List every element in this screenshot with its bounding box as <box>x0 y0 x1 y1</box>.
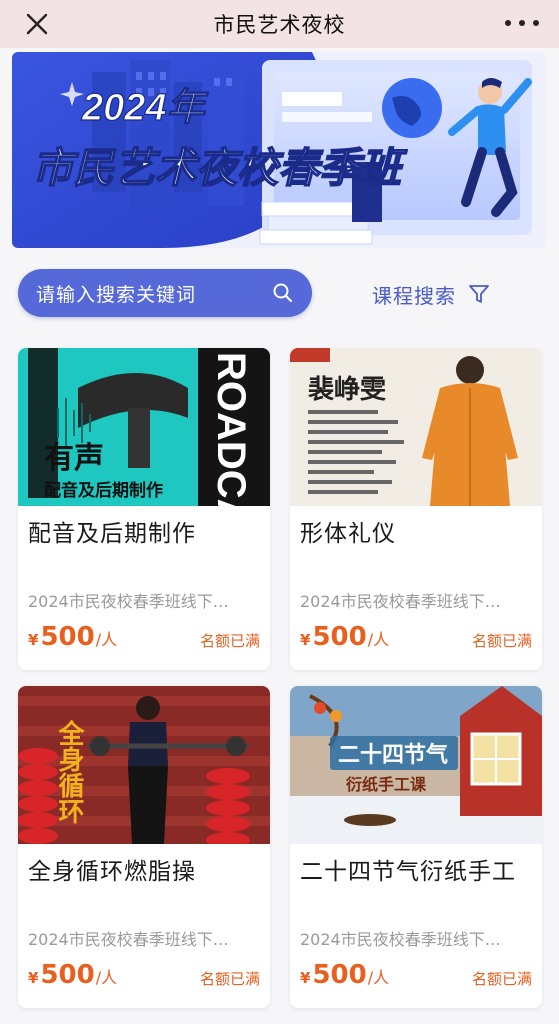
course-name: 全身循环燃脂操 <box>28 859 196 885</box>
status-badge: 名额已满 <box>199 632 260 650</box>
thumb-main-text: 裴峥雯 <box>308 374 386 404</box>
price-value: 500 <box>40 960 95 990</box>
course-search-label: 课程搜索 <box>372 283 456 308</box>
course-subtitle: 2024市民夜校春季班线下… <box>28 930 229 949</box>
thumb-main-text: 全身循环 <box>55 719 85 824</box>
banner-headline: 市民艺术夜校春季班 <box>32 145 408 191</box>
price-unit: /人 <box>95 630 118 649</box>
course-price: ¥ 500 /人 <box>28 960 117 990</box>
filter-icon <box>469 285 489 303</box>
course-thumbnail: 全身循环 <box>18 686 270 844</box>
thumb-sub-text: 配音及后期制作 <box>44 480 163 500</box>
course-thumbnail: 裴峥雯 <box>290 348 542 506</box>
price-unit: /人 <box>367 630 390 649</box>
course-subtitle: 2024市民夜校春季班线下… <box>28 592 229 611</box>
thumb-main-text: 有声 <box>44 442 104 475</box>
course-name: 二十四节气衍纸手工 <box>300 859 516 885</box>
course-card[interactable]: 二十四节气 衍纸手工课 二十四节气衍纸手工 2024市民夜校春季班线下… ¥ 5… <box>290 686 542 1008</box>
course-subtitle: 2024市民夜校春季班线下… <box>300 930 501 949</box>
banner-illustration: 2024年 市民艺术夜校春季班 <box>12 52 546 248</box>
price-value: 500 <box>40 622 95 652</box>
course-price: ¥ 500 /人 <box>28 622 117 652</box>
price-currency: ¥ <box>28 631 39 649</box>
hero-banner[interactable]: 2024年 市民艺术夜校春季班 <box>12 52 546 248</box>
price-value: 500 <box>312 960 367 990</box>
course-card[interactable]: 全身循环 全身循环燃脂操 2024市民夜校春季班线下… ¥ 500 /人 名额已… <box>18 686 270 1008</box>
course-price: ¥ 500 /人 <box>300 622 389 652</box>
search-icon[interactable] <box>272 282 294 304</box>
course-card[interactable]: 有声 配音及后期制作 ROADCA 配音及后期制作 2024市民夜校春季班线下…… <box>18 348 270 670</box>
course-thumbnail: 有声 配音及后期制作 ROADCA <box>18 348 270 506</box>
course-price: ¥ 500 /人 <box>300 960 389 990</box>
search-input[interactable]: 请输入搜索关键词 <box>18 269 312 317</box>
price-currency: ¥ <box>300 631 311 649</box>
price-currency: ¥ <box>300 969 311 987</box>
status-badge: 名额已满 <box>471 970 532 988</box>
top-navigation-bar: 市民艺术夜校 <box>0 0 559 48</box>
more-options-icon[interactable] <box>505 10 539 36</box>
status-badge: 名额已满 <box>471 632 532 650</box>
course-thumbnail: 二十四节气 衍纸手工课 <box>290 686 542 844</box>
thumb-sub-text: 衍纸手工课 <box>345 775 427 794</box>
course-name: 配音及后期制作 <box>28 521 196 547</box>
status-badge: 名额已满 <box>199 970 260 988</box>
page-title: 市民艺术夜校 <box>213 13 346 37</box>
course-subtitle: 2024市民夜校春季班线下… <box>300 592 501 611</box>
course-card[interactable]: 裴峥雯 形体礼仪 2024市民夜校春季班线下… ¥ 500 /人 名额已满 <box>290 348 542 670</box>
search-placeholder: 请输入搜索关键词 <box>36 283 197 306</box>
banner-year-text: 2024年 <box>81 87 210 129</box>
course-search-filter-button[interactable]: 课程搜索 <box>372 279 490 309</box>
thumb-main-text: 二十四节气 <box>338 742 448 767</box>
price-currency: ¥ <box>28 969 39 987</box>
course-name: 形体礼仪 <box>300 521 396 547</box>
close-icon[interactable] <box>24 11 50 37</box>
price-unit: /人 <box>95 968 118 987</box>
price-unit: /人 <box>367 968 390 987</box>
price-value: 500 <box>312 622 367 652</box>
thumb-side-text: ROADCA <box>209 352 253 506</box>
